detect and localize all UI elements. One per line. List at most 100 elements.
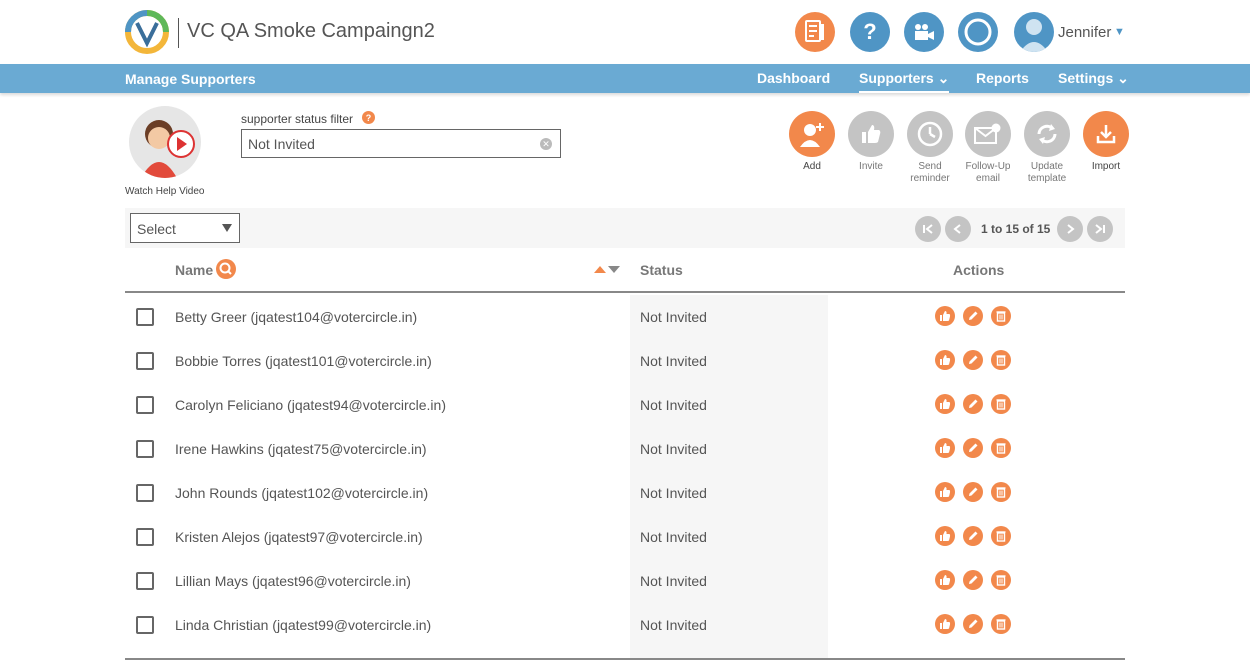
- chevron-down-icon: ⌄: [1117, 70, 1129, 86]
- actions-column-header: Actions: [953, 262, 1005, 278]
- row-checkbox[interactable]: [136, 308, 154, 326]
- nav-settings[interactable]: Settings ⌄: [1058, 70, 1129, 87]
- sort-ascending-icon[interactable]: [594, 266, 606, 273]
- nav-bar: Manage Supporters Dashboard Supporters ⌄…: [0, 64, 1250, 93]
- table-toolbar: Select 1 to 15 of 15: [125, 208, 1125, 248]
- thumbs-up-icon[interactable]: [935, 394, 955, 414]
- row-checkbox[interactable]: [136, 616, 154, 634]
- video-camera-icon[interactable]: [904, 12, 944, 52]
- supporter-status: Not Invited: [640, 309, 707, 325]
- table-row: Linda Christian (jqatest99@votercircle.i…: [125, 602, 1125, 646]
- thumbs-up-icon[interactable]: [935, 526, 955, 546]
- user-menu-caret-icon[interactable]: ▼: [1114, 26, 1125, 38]
- delete-icon[interactable]: [991, 438, 1011, 458]
- supporter-name: Carolyn Feliciano (jqatest94@votercircle…: [175, 397, 446, 413]
- user-avatar[interactable]: [1014, 12, 1054, 52]
- supporter-name: Irene Hawkins (jqatest75@votercircle.in): [175, 441, 427, 457]
- thumbs-up-icon[interactable]: [935, 570, 955, 590]
- checklist-icon[interactable]: [795, 12, 835, 52]
- supporter-name: Lillian Mays (jqatest96@votercircle.in): [175, 573, 411, 589]
- help-icon[interactable]: ?: [850, 12, 890, 52]
- follow-up-email-button[interactable]: Follow-Up email: [964, 111, 1012, 185]
- edit-pencil-icon[interactable]: [963, 482, 983, 502]
- thumbs-up-icon[interactable]: [935, 614, 955, 634]
- table-row: Kristen Alejos (jqatest97@votercircle.in…: [125, 514, 1125, 558]
- edit-pencil-icon[interactable]: [963, 570, 983, 590]
- table-row: John Rounds (jqatest102@votercircle.in) N…: [125, 470, 1125, 514]
- campaign-title: VC QA Smoke Campaingn2: [187, 20, 435, 42]
- supporter-status: Not Invited: [640, 617, 707, 633]
- supporter-name: John Rounds (jqatest102@votercircle.in): [175, 485, 429, 501]
- previous-page-icon[interactable]: [945, 216, 971, 242]
- row-checkbox[interactable]: [136, 352, 154, 370]
- top-bar: VC QA Smoke Campaingn2 ? Jennifer ▼: [0, 0, 1250, 64]
- edit-pencil-icon[interactable]: [963, 614, 983, 634]
- thumbs-up-icon: [848, 111, 894, 157]
- last-page-icon[interactable]: [1087, 216, 1113, 242]
- help-video-label[interactable]: Watch Help Video: [125, 186, 205, 197]
- delete-icon[interactable]: [991, 526, 1011, 546]
- question-mark-icon[interactable]: ?: [362, 111, 375, 124]
- delete-icon[interactable]: [991, 570, 1011, 590]
- table-footer-line: [125, 658, 1125, 660]
- edit-pencil-icon[interactable]: [963, 438, 983, 458]
- status-filter-label: supporter status filter: [241, 112, 354, 126]
- supporter-status: Not Invited: [640, 353, 707, 369]
- refresh-icon: [1024, 111, 1070, 157]
- delete-icon[interactable]: [991, 306, 1011, 326]
- table-row: Lillian Mays (jqatest96@votercircle.in) N…: [125, 558, 1125, 602]
- table-row: Betty Greer (jqatest104@votercircle.in) N…: [125, 294, 1125, 338]
- search-icon[interactable]: [216, 259, 236, 279]
- row-checkbox[interactable]: [136, 528, 154, 546]
- row-checkbox[interactable]: [136, 572, 154, 590]
- delete-icon[interactable]: [991, 614, 1011, 634]
- supporter-name: Linda Christian (jqatest99@votercircle.i…: [175, 617, 432, 633]
- clear-icon[interactable]: ✕: [540, 138, 552, 150]
- supporter-name: Kristen Alejos (jqatest97@votercircle.in…: [175, 529, 423, 545]
- bulk-action-select-value: Select: [137, 221, 176, 237]
- circle-icon[interactable]: [958, 12, 998, 52]
- row-checkbox[interactable]: [136, 396, 154, 414]
- row-checkbox[interactable]: [136, 484, 154, 502]
- send-reminder-button[interactable]: Send reminder: [906, 111, 954, 185]
- delete-icon[interactable]: [991, 394, 1011, 414]
- delete-icon[interactable]: [991, 482, 1011, 502]
- thumbs-up-icon[interactable]: [935, 306, 955, 326]
- email-icon: [965, 111, 1011, 157]
- supporter-status: Not Invited: [640, 573, 707, 589]
- nav-supporters[interactable]: Supporters ⌄: [859, 70, 950, 93]
- supporter-name: Bobbie Torres (jqatest101@votercircle.in…: [175, 353, 432, 369]
- invite-button[interactable]: Invite: [847, 111, 895, 173]
- thumbs-up-icon[interactable]: [935, 438, 955, 458]
- add-supporter-button[interactable]: Add: [788, 111, 836, 173]
- edit-pencil-icon[interactable]: [963, 394, 983, 414]
- nav-dashboard[interactable]: Dashboard: [757, 70, 830, 86]
- sort-descending-icon[interactable]: [608, 266, 620, 273]
- edit-pencil-icon[interactable]: [963, 526, 983, 546]
- clock-icon: [907, 111, 953, 157]
- pagination-summary: 1 to 15 of 15: [981, 222, 1051, 236]
- row-checkbox[interactable]: [136, 440, 154, 458]
- page-section-title: Manage Supporters: [125, 71, 256, 87]
- help-video-thumbnail[interactable]: [129, 106, 201, 178]
- import-button[interactable]: Import: [1082, 111, 1130, 173]
- votercircle-logo[interactable]: [125, 10, 169, 54]
- status-filter-input[interactable]: Not Invited ✕: [241, 129, 561, 158]
- table-row: Bobbie Torres (jqatest101@votercircle.in…: [125, 338, 1125, 382]
- next-page-icon[interactable]: [1057, 216, 1083, 242]
- status-column-header: Status: [640, 262, 683, 278]
- nav-reports[interactable]: Reports: [976, 70, 1029, 86]
- supporter-name: Betty Greer (jqatest104@votercircle.in): [175, 309, 418, 325]
- name-column-header[interactable]: Name: [175, 262, 213, 278]
- thumbs-up-icon[interactable]: [935, 482, 955, 502]
- update-template-button[interactable]: Update template: [1023, 111, 1071, 185]
- supporter-status: Not Invited: [640, 441, 707, 457]
- edit-pencil-icon[interactable]: [963, 306, 983, 326]
- delete-icon[interactable]: [991, 350, 1011, 370]
- user-name[interactable]: Jennifer: [1058, 24, 1111, 41]
- first-page-icon[interactable]: [915, 216, 941, 242]
- bulk-action-select[interactable]: Select: [130, 213, 240, 243]
- download-icon: [1083, 111, 1129, 157]
- edit-pencil-icon[interactable]: [963, 350, 983, 370]
- thumbs-up-icon[interactable]: [935, 350, 955, 370]
